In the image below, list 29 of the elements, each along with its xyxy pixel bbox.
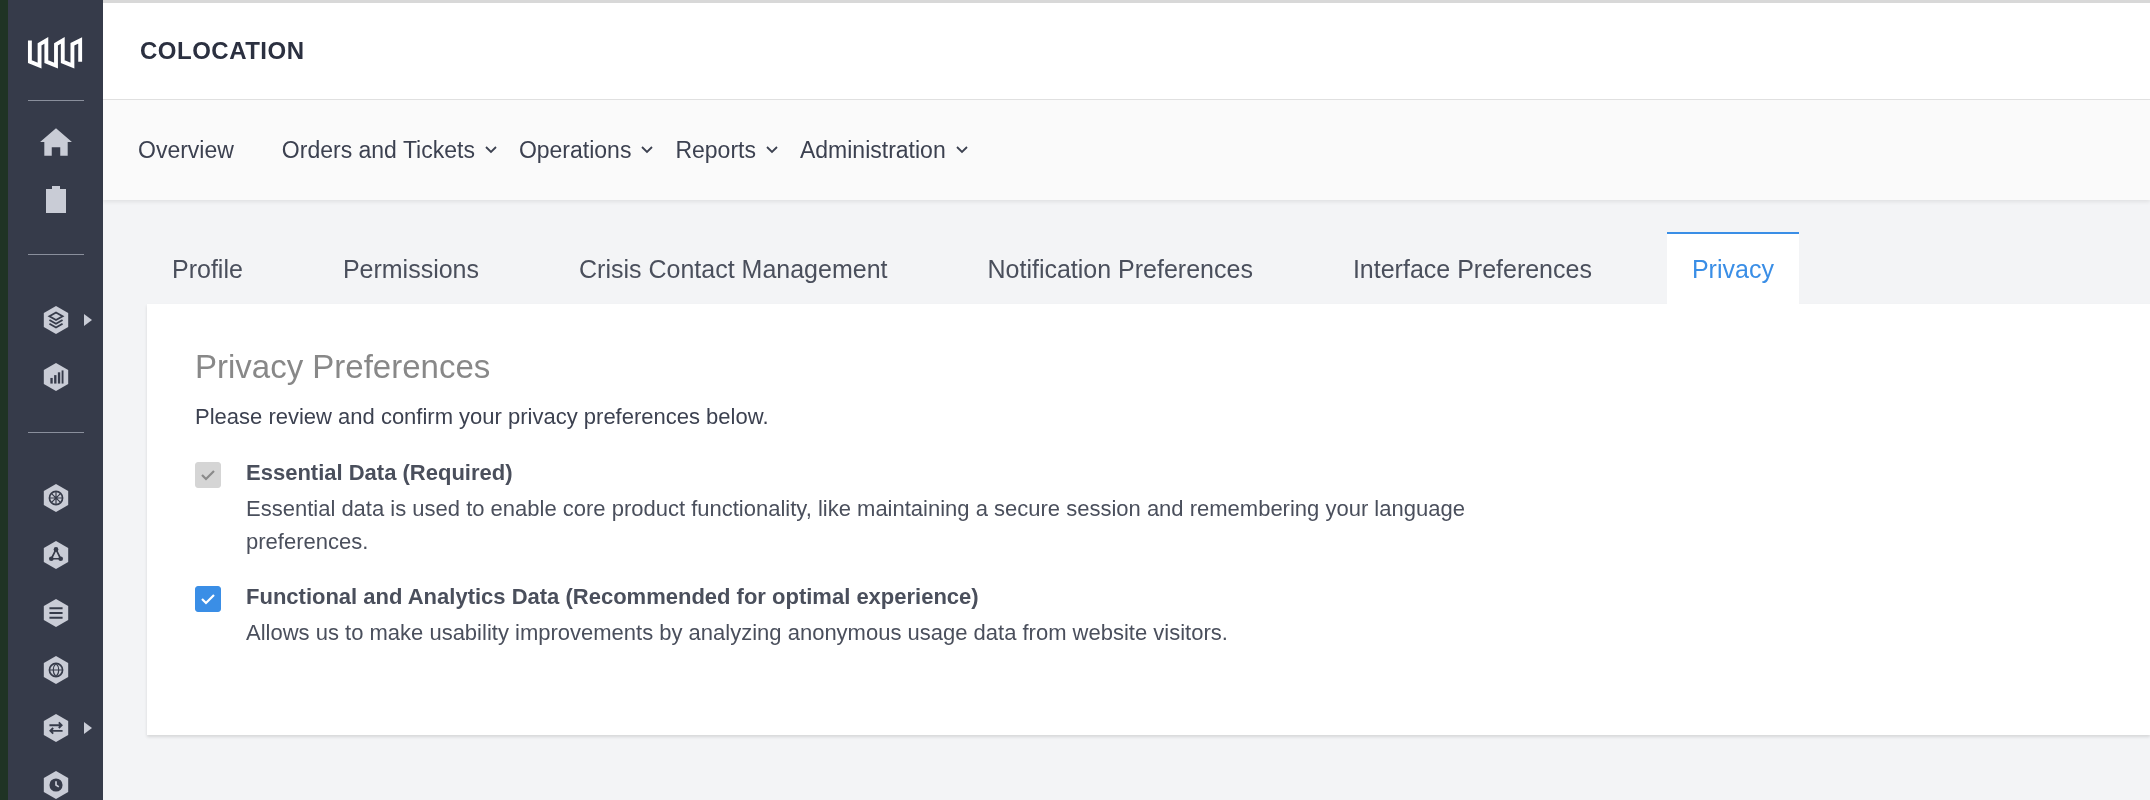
nav-item[interactable]: Administration — [799, 136, 968, 164]
chevron-down-icon — [765, 146, 778, 154]
nav-item[interactable]: Overview — [138, 136, 234, 164]
chevron-down-icon — [484, 146, 497, 154]
option-description: Essential data is used to enable core product functionality, like maintaining a secure session and remembering your language preferences. — [246, 495, 1466, 556]
nav-item[interactable]: Reports — [675, 136, 778, 164]
section-heading: Privacy Preferences — [195, 348, 492, 386]
app-title: COLOCATION — [140, 37, 305, 65]
nav-item[interactable]: Operations — [518, 136, 654, 164]
check-icon — [201, 469, 215, 481]
home-icon[interactable] — [38, 126, 73, 157]
check-icon — [201, 593, 215, 605]
caret-icon — [84, 722, 92, 734]
tab[interactable]: Notification Preferences — [962, 232, 1278, 304]
tab[interactable]: Profile — [147, 232, 268, 304]
option-description: Allows us to make usability improvements by analyzing anonymous usage data from website visitors. — [246, 619, 1228, 647]
tab[interactable]: Crisis Contact Management — [554, 232, 913, 304]
tab[interactable]: Interface Preferences — [1327, 232, 1617, 304]
clipboard-icon[interactable] — [43, 184, 68, 215]
option-title: Essential Data (Required) — [246, 460, 514, 486]
logo-icon[interactable] — [26, 34, 85, 70]
chevron-down-icon — [641, 146, 654, 154]
chevron-down-icon — [955, 146, 968, 154]
caret-icon — [84, 314, 92, 326]
option-title: Functional and Analytics Data (Recommended for optimal experience) — [246, 584, 980, 610]
tab[interactable]: Permissions — [317, 232, 505, 304]
nav-item[interactable]: Orders and Tickets — [281, 136, 497, 164]
intro-text: Please review and confirm your privacy preferences below. — [195, 404, 770, 430]
checkbox[interactable] — [195, 586, 221, 612]
